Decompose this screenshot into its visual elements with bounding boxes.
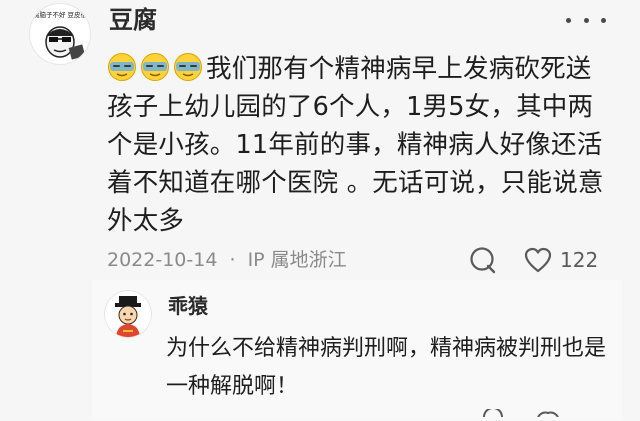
- like-button[interactable]: 122: [524, 246, 598, 274]
- sweat-smile-emoji-icon: [108, 53, 136, 81]
- sweat-smile-emoji-icon: [141, 53, 169, 81]
- reply-username[interactable]: 乖猿: [168, 293, 208, 319]
- reply-text: 为什么不给精神病判刑啊，精神病被判刑也是一种解脱啊！: [166, 336, 607, 399]
- ip-location: IP 属地浙江: [247, 249, 347, 271]
- commenter-username[interactable]: 豆腐: [109, 5, 157, 35]
- meta-separator: ·: [229, 249, 236, 271]
- share-icon[interactable]: [468, 245, 498, 275]
- commenter-avatar[interactable]: 豆腐脑子不好 豆皮很厚: [30, 4, 90, 64]
- comment-meta: 2022-10-14 · IP 属地浙江: [107, 245, 347, 275]
- comment-date: 2022-10-14: [107, 249, 218, 271]
- sweat-smile-emoji-icon: [174, 53, 202, 81]
- avatar-caption: 豆腐脑子不好 豆皮很厚: [30, 10, 90, 19]
- more-options-icon[interactable]: [566, 8, 606, 32]
- like-count: 122: [560, 248, 599, 272]
- heart-icon: [524, 247, 552, 273]
- reply-avatar[interactable]: [105, 291, 151, 337]
- comment-text: 我们那有个精神病早上发病砍死送孩子上幼儿园的了6个人，1男5女，其中两个是小孩。…: [107, 50, 607, 240]
